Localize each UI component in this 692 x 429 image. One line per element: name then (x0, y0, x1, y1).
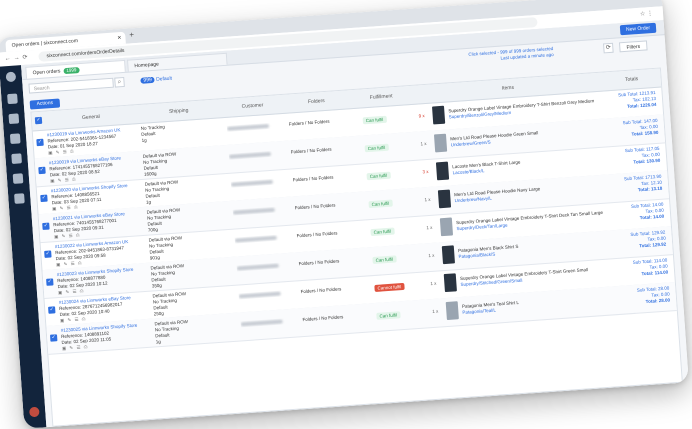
row-checkbox[interactable]: ✓ (42, 222, 50, 230)
order-totals: Sub Total: 129.92 Tax: 0.00 Total: 129.92 (630, 230, 666, 250)
refresh-icon[interactable]: ⟳ (603, 42, 614, 54)
close-icon[interactable]: ✕ (117, 32, 122, 44)
tab-open-orders-label: Open orders (32, 68, 61, 77)
row-checkbox[interactable]: ✓ (44, 250, 52, 258)
total-value: Total: 114.00 (641, 269, 669, 277)
logo-icon (5, 71, 17, 83)
settings-icon[interactable] (14, 193, 25, 204)
total-value: Total: 158.90 (631, 129, 659, 137)
filter-count-badge: 999 (140, 76, 156, 84)
item-quantity: 1 x (428, 252, 435, 259)
fulfillment-status-badge: Can fulfil (362, 115, 387, 125)
item-quantity: 1 x (426, 224, 433, 231)
folders-cell[interactable]: Folders / No Folders (291, 145, 351, 155)
product-thumbnail[interactable] (439, 217, 454, 237)
extensions-icons[interactable]: ☆ ⋮ (640, 10, 653, 18)
table-body: ✓ #1230019 via Linnworks Amazon UK Referen… (32, 86, 682, 426)
product-thumbnail[interactable] (437, 189, 452, 209)
folders-cell[interactable]: Folders / No Folders (297, 229, 357, 239)
row-checkbox[interactable]: ✓ (40, 194, 48, 203)
folders-cell[interactable]: Folders / No Folders (300, 285, 360, 295)
product-thumbnail[interactable] (433, 133, 448, 153)
customer-name-redacted (240, 318, 297, 328)
folders-cell[interactable]: Folders / No Folders (289, 117, 349, 127)
customer-name-redacted (230, 178, 287, 188)
product-thumbnail[interactable] (445, 301, 459, 321)
fulfillment-status-badge: Can fulfil (364, 143, 389, 153)
search-input[interactable]: Search (28, 77, 114, 94)
total-value: Total: 129.92 (639, 241, 667, 249)
row-checkbox[interactable]: ✓ (38, 166, 46, 175)
filters-button[interactable]: Filters (618, 40, 648, 53)
order-totals: Sub Total: 147.00 Tax: 0.00 Total: 158.90 (622, 118, 658, 138)
fulfillment-status-badge: Can fulfil (376, 311, 401, 320)
selection-info: Click selected - 999 of 999 orders selec… (468, 46, 554, 64)
item-quantity: 3 x (422, 168, 429, 175)
total-value: Total: 28.00 (645, 297, 671, 305)
row-checkbox[interactable]: ✓ (46, 278, 54, 286)
dashboard-icon[interactable] (7, 93, 18, 105)
total-value: Total: 1226.04 (626, 101, 657, 109)
item-quantity: 9 x (418, 113, 425, 119)
customer-name-redacted (238, 290, 295, 300)
fulfillment-status-badge: Can fulfil (366, 171, 391, 181)
product-thumbnail[interactable] (443, 273, 457, 293)
customer-name-redacted (228, 150, 285, 160)
notifications-icon[interactable] (29, 406, 40, 418)
item-quantity: 1 x (424, 196, 431, 203)
order-totals: Sub Total: 117.05 Tax: 0.00 Total: 130.90 (625, 146, 661, 166)
item-quantity: 1 x (430, 280, 437, 287)
total-value: Total: 130.90 (633, 157, 661, 165)
row-checkbox[interactable]: ✓ (49, 334, 58, 342)
row-checkbox[interactable]: ✓ (36, 138, 44, 147)
app-window: Open orders | sixconnect.com ✕ + ←→⟳ six… (0, 0, 689, 429)
folders-cell[interactable]: Folders / No Folders (293, 173, 353, 183)
fulfillment-status-badge: Can fulfil (370, 227, 395, 237)
product-thumbnail[interactable] (441, 245, 455, 265)
reports-icon[interactable] (11, 153, 22, 164)
folders-cell[interactable]: Folders / No Folders (298, 257, 358, 267)
order-totals: Sub Total: 1713.90 Tax: 12.10 Total: 13.18 (624, 174, 663, 195)
folders-cell[interactable]: Folders / No Folders (295, 201, 355, 211)
fulfillment-status-badge: Cannot fulfil (374, 282, 405, 292)
customer-name-redacted (226, 122, 283, 132)
total-value: Total: 13.18 (637, 185, 663, 193)
order-totals: Sub Total: 14.00 Tax: 0.00 Total: 14.00 (631, 202, 665, 222)
app-main: Open orders 1999 Homepage New Order Searc… (21, 20, 689, 428)
item-quantity: 1 x (420, 141, 427, 147)
customer-name-redacted (236, 262, 293, 272)
orders-table: ✓ General Shipping Customer Folders Fulf… (30, 67, 683, 427)
orders-icon[interactable] (8, 113, 20, 125)
browser-nav-icons[interactable]: ←→⟳ (4, 53, 30, 62)
new-order-button[interactable]: New Order (619, 22, 657, 36)
order-totals: Sub Total: 1213.91 Tax: 102.13 Total: 1226… (618, 90, 657, 111)
row-checkbox[interactable]: ✓ (48, 306, 56, 314)
fulfillment-status-badge: Can fulfil (368, 199, 393, 209)
new-tab-icon[interactable]: + (129, 30, 134, 39)
actions-button[interactable]: Actions (29, 98, 61, 110)
shipping-icon[interactable] (12, 173, 24, 184)
fulfillment-status-badge: Can fulfil (372, 255, 397, 265)
order-totals: Sub Total: 28.00 Tax: 0.00 Total: 28.00 (637, 285, 671, 305)
view-filter[interactable]: 999 Default (140, 76, 172, 84)
tab-homepage-label: Homepage (134, 61, 160, 70)
inventory-icon[interactable] (9, 133, 21, 145)
product-thumbnail[interactable] (431, 105, 446, 125)
product-thumbnail[interactable] (435, 161, 450, 181)
order-totals: Sub Total: 114.00 Tax: 0.00 Total: 114.00 (633, 258, 669, 278)
filter-label: Default (155, 75, 173, 83)
customer-name-redacted (234, 234, 291, 244)
total-value: Total: 14.00 (639, 213, 665, 221)
item-quantity: 1 x (432, 308, 439, 315)
order-count-badge: 1999 (63, 67, 80, 75)
customer-name-redacted (232, 206, 289, 216)
folders-cell[interactable]: Folders / No Folders (302, 313, 362, 323)
select-all-checkbox[interactable]: ✓ (34, 116, 43, 125)
search-icon[interactable]: ⌕ (114, 76, 125, 88)
